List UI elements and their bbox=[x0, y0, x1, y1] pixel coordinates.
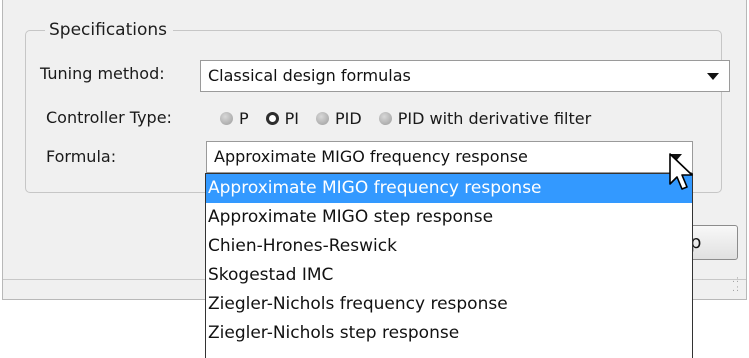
specifications-title: Specifications bbox=[45, 19, 174, 41]
radio-pid[interactable]: PID bbox=[316, 109, 362, 128]
formula-dropdown[interactable]: Approximate MIGO frequency response bbox=[206, 141, 693, 173]
formula-option-migo-step[interactable]: Approximate MIGO step response bbox=[206, 203, 692, 232]
formula-label: Formula: bbox=[46, 147, 117, 166]
arrow-cursor-icon bbox=[669, 153, 693, 190]
radio-button-icon bbox=[220, 111, 233, 125]
radio-button-icon bbox=[316, 111, 330, 125]
tuning-method-dropdown[interactable]: Classical design formulas bbox=[200, 60, 730, 92]
radio-pi-label: PI bbox=[284, 108, 300, 128]
formula-option-skogestad-imc[interactable]: Skogestad IMC bbox=[206, 261, 692, 290]
resize-grip-icon[interactable]: .:.: bbox=[732, 276, 740, 294]
formula-dropdown-list: Approximate MIGO frequency response Appr… bbox=[205, 173, 693, 358]
radio-p-label: P bbox=[239, 108, 249, 128]
radio-pid-filter[interactable]: PID with derivative filter bbox=[378, 108, 592, 128]
tuning-method-label: Tuning method: bbox=[40, 64, 165, 83]
controller-type-label: Controller Type: bbox=[46, 108, 172, 127]
formula-option-chien-hrones-reswick[interactable]: Chien-Hrones-Reswick bbox=[206, 232, 692, 261]
radio-pi[interactable]: PI bbox=[265, 108, 300, 128]
controller-type-radio-group: P PI PID PID with derivative filter bbox=[220, 107, 608, 129]
formula-value: Approximate MIGO frequency response bbox=[214, 147, 528, 166]
chevron-down-icon bbox=[707, 73, 719, 80]
radio-pid-filter-label: PID with derivative filter bbox=[397, 108, 592, 128]
tuning-method-value: Classical design formulas bbox=[208, 66, 411, 85]
formula-option-migo-frequency[interactable]: Approximate MIGO frequency response bbox=[206, 174, 692, 203]
radio-pid-label: PID bbox=[335, 108, 362, 128]
radio-button-icon bbox=[378, 111, 392, 125]
formula-option-zn-frequency[interactable]: Ziegler-Nichols frequency response bbox=[206, 290, 692, 319]
radio-button-selected-icon bbox=[265, 111, 279, 125]
formula-option-zn-step[interactable]: Ziegler-Nichols step response bbox=[206, 319, 692, 348]
radio-p[interactable]: P bbox=[220, 109, 249, 128]
